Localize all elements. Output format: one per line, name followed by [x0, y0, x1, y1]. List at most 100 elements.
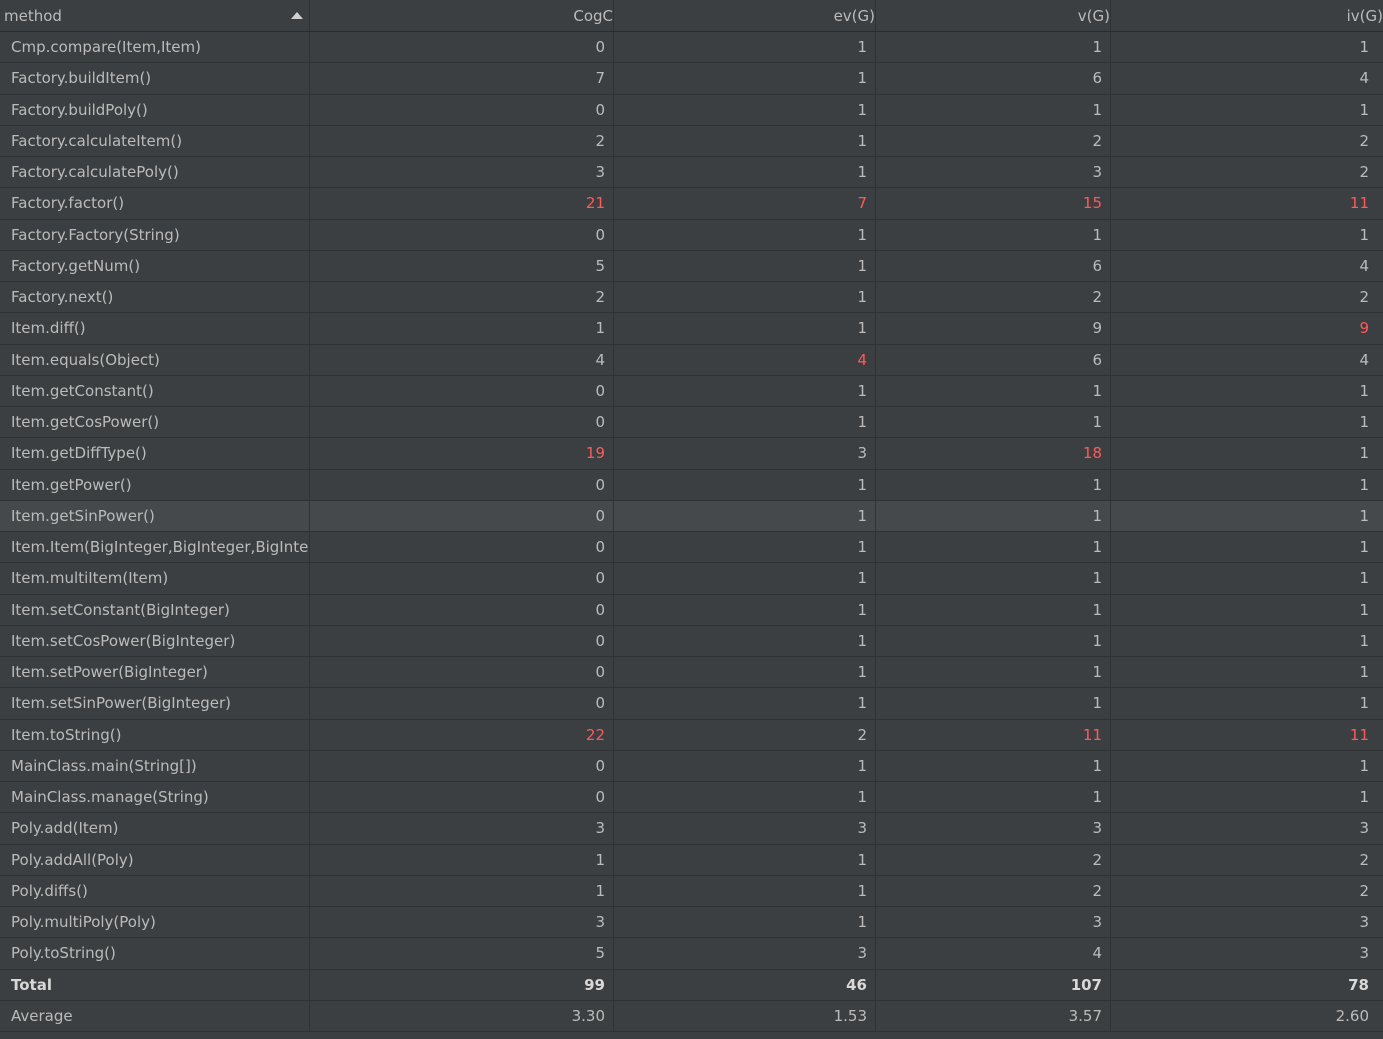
sort-ascending-icon[interactable]: [291, 12, 303, 19]
column-header-method-label: method: [4, 6, 62, 25]
cell-iv: 78: [1348, 975, 1369, 994]
table-row[interactable]: Item.Item(BigInteger,BigInteger,BigInteg…: [0, 532, 1383, 564]
table-row[interactable]: Factory.Factory(String) 0 1 1 1: [0, 219, 1383, 251]
cell-iv: 3: [1359, 944, 1369, 963]
cell-v: 3.57: [876, 1000, 1111, 1031]
table-row[interactable]: Factory.calculateItem() 2 1 2 2: [0, 125, 1383, 157]
cell-v: 3: [876, 813, 1111, 844]
table-row[interactable]: Factory.factor() 21 7 15 11: [0, 188, 1383, 220]
column-header-ev[interactable]: ev(G): [614, 0, 876, 31]
cell-cogc: 3.30: [310, 1000, 614, 1031]
cell-ev: 1: [614, 657, 876, 688]
cell-ev: 7: [614, 188, 876, 219]
table-row[interactable]: Poly.add(Item) 3 3 3 3: [0, 813, 1383, 845]
cell-ev: 1: [614, 407, 876, 438]
cell-iv: 4: [1359, 256, 1369, 275]
table-row[interactable]: Item.setCosPower(BigInteger) 0 1 1 1: [0, 625, 1383, 657]
cell-cogc: 5: [310, 938, 614, 969]
table-row[interactable]: Item.toString() 22 2 11 11: [0, 719, 1383, 751]
column-header-iv-label: iv(G): [1346, 6, 1383, 25]
cell-cogc: 3: [310, 157, 614, 188]
column-header-cogc[interactable]: CogC: [310, 0, 614, 31]
cell-ev: 1: [614, 63, 876, 94]
table-row[interactable]: Item.setSinPower(BigInteger) 0 1 1 1: [0, 688, 1383, 720]
cell-iv: 1: [1359, 413, 1369, 432]
total-row[interactable]: Total 99 46 107 78: [0, 969, 1383, 1001]
cell-method: Item.toString(): [0, 719, 310, 750]
cell-ev: 4: [614, 344, 876, 375]
cell-iv: 2.60: [1335, 1006, 1369, 1025]
table-row[interactable]: Poly.diffs() 1 1 2 2: [0, 875, 1383, 907]
cell-method: Total: [0, 969, 310, 1000]
table-row[interactable]: Item.setConstant(BigInteger) 0 1 1 1: [0, 594, 1383, 626]
cell-v: 18: [876, 438, 1111, 469]
cell-cogc: 0: [310, 594, 614, 625]
table-row[interactable]: Item.equals(Object) 4 4 6 4: [0, 344, 1383, 376]
table-row[interactable]: Item.getDiffType() 19 3 18 1: [0, 438, 1383, 470]
cell-cogc: 0: [310, 469, 614, 500]
cell-cogc: 3: [310, 907, 614, 938]
cell-iv: 1: [1359, 788, 1369, 807]
table-row[interactable]: Factory.calculatePoly() 3 1 3 2: [0, 157, 1383, 189]
cell-method: Factory.calculatePoly(): [0, 157, 310, 188]
cell-cogc: 0: [310, 375, 614, 406]
cell-v: 15: [876, 188, 1111, 219]
cell-iv: 4: [1359, 69, 1369, 88]
cell-method: Poly.multiPoly(Poly): [0, 907, 310, 938]
table-row[interactable]: Poly.toString() 5 3 4 3: [0, 938, 1383, 970]
cell-method: Item.getPower(): [0, 469, 310, 500]
cell-v: 1: [876, 500, 1111, 531]
table-row[interactable]: Cmp.compare(Item,Item) 0 1 1 1: [0, 32, 1383, 64]
table-row[interactable]: Item.setPower(BigInteger) 0 1 1 1: [0, 657, 1383, 689]
table-row[interactable]: Factory.next() 2 1 2 2: [0, 282, 1383, 314]
column-header-method[interactable]: method: [0, 0, 310, 31]
cell-ev: 1: [614, 94, 876, 125]
table-row[interactable]: Poly.multiPoly(Poly) 3 1 3 3: [0, 907, 1383, 939]
table-row[interactable]: Item.multiItem(Item) 0 1 1 1: [0, 563, 1383, 595]
cell-cogc: 2: [310, 125, 614, 156]
table-row[interactable]: Item.diff() 1 1 9 9: [0, 313, 1383, 345]
table-row[interactable]: Factory.getNum() 5 1 6 4: [0, 250, 1383, 282]
column-header-v[interactable]: v(G): [876, 0, 1111, 31]
cell-cogc: 0: [310, 563, 614, 594]
cell-cogc: 99: [310, 969, 614, 1000]
cell-v: 6: [876, 63, 1111, 94]
cell-iv: 1: [1359, 506, 1369, 525]
cell-ev: 46: [614, 969, 876, 1000]
table-row[interactable]: Item.getSinPower() 0 1 1 1: [0, 500, 1383, 532]
cell-ev: 1: [614, 594, 876, 625]
table-row[interactable]: Factory.buildPoly() 0 1 1 1: [0, 94, 1383, 126]
cell-ev: 1: [614, 907, 876, 938]
table-row[interactable]: Item.getConstant() 0 1 1 1: [0, 375, 1383, 407]
cell-iv: 1: [1359, 756, 1369, 775]
cell-ev: 1: [614, 625, 876, 656]
cell-v: 1: [876, 594, 1111, 625]
cell-v: 2: [876, 125, 1111, 156]
cell-cogc: 0: [310, 625, 614, 656]
cell-iv: 1: [1359, 381, 1369, 400]
table-row[interactable]: Factory.buildItem() 7 1 6 4: [0, 63, 1383, 95]
table-row[interactable]: Item.getPower() 0 1 1 1: [0, 469, 1383, 501]
cell-cogc: 3: [310, 813, 614, 844]
cell-iv: 1: [1359, 631, 1369, 650]
table-row[interactable]: MainClass.main(String[]) 0 1 1 1: [0, 750, 1383, 782]
cell-method: Poly.add(Item): [0, 813, 310, 844]
cell-cogc: 0: [310, 219, 614, 250]
cell-cogc: 0: [310, 500, 614, 531]
table-row[interactable]: Poly.addAll(Poly) 1 1 2 2: [0, 844, 1383, 876]
cell-cogc: 4: [310, 344, 614, 375]
cell-cogc: 5: [310, 250, 614, 281]
cell-ev: 1: [614, 500, 876, 531]
cell-method: Average: [0, 1000, 310, 1031]
cell-v: 1: [876, 625, 1111, 656]
cell-ev: 1: [614, 32, 876, 63]
cell-v: 11: [876, 719, 1111, 750]
table-row[interactable]: Item.getCosPower() 0 1 1 1: [0, 407, 1383, 439]
average-row[interactable]: Average 3.30 1.53 3.57 2.60: [0, 1000, 1383, 1032]
cell-v: 1: [876, 219, 1111, 250]
cell-v: 1: [876, 375, 1111, 406]
cell-iv: 2: [1359, 850, 1369, 869]
column-header-iv[interactable]: iv(G): [1111, 0, 1383, 31]
table-row[interactable]: MainClass.manage(String) 0 1 1 1: [0, 782, 1383, 814]
cell-v: 6: [876, 250, 1111, 281]
